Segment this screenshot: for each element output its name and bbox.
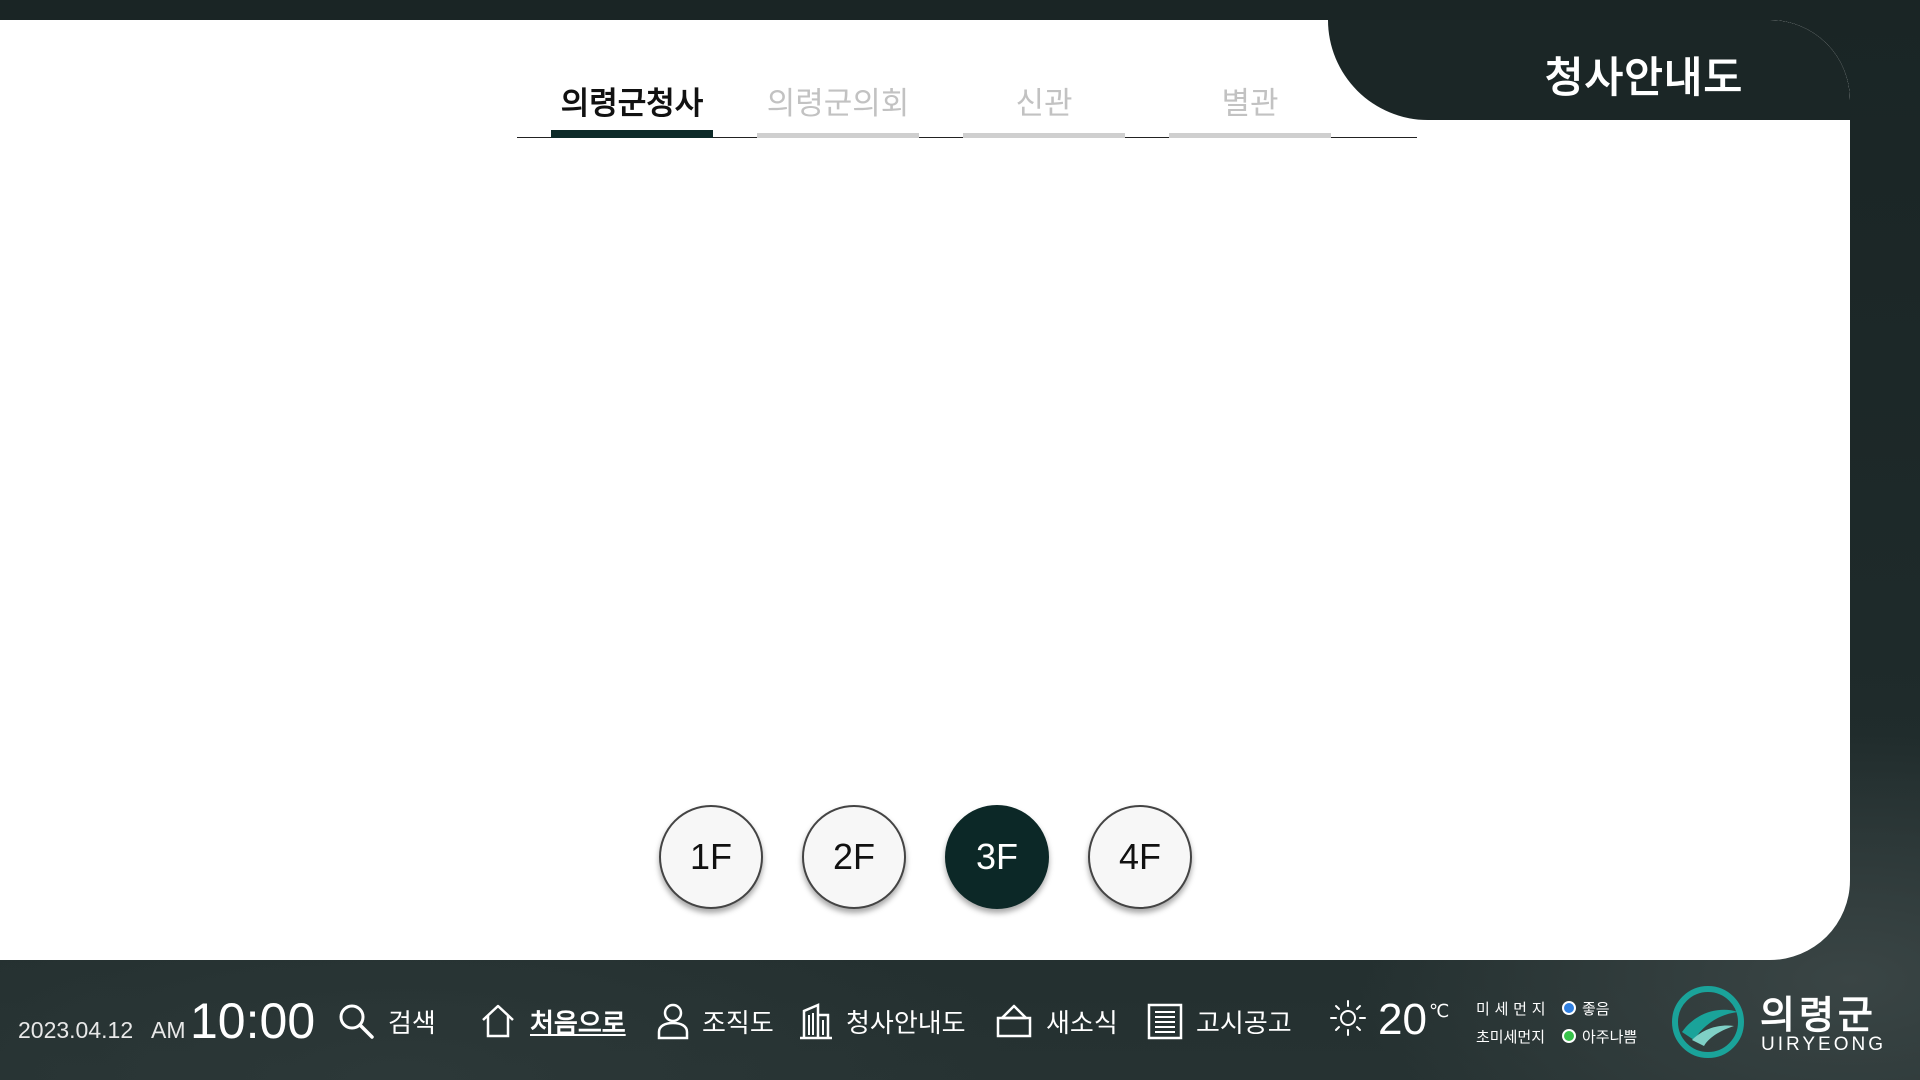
temperature-value: 20 <box>1378 995 1427 1044</box>
notice-label: 고시공고 <box>1196 1008 1292 1039</box>
fine-dust-status: 좋음 <box>1582 999 1610 1018</box>
tab-label: 신관 <box>1015 86 1073 122</box>
tab-new-building[interactable]: 신관 <box>963 80 1125 138</box>
ampm-indicator: AM <box>151 1017 186 1043</box>
ultrafine-dust-status: 아주나쁨 <box>1582 1027 1638 1046</box>
notice-button[interactable]: 고시공고 <box>1146 998 1292 1044</box>
news-button[interactable]: 새소식 <box>994 998 1118 1044</box>
logo-english-text: UIRYEONG <box>1761 1034 1887 1055</box>
home-label: 처음으로 <box>530 1008 626 1039</box>
tab-underline <box>1169 133 1331 138</box>
ultrafine-dust-row: 초미세먼지 아주나쁨 <box>1476 1022 1637 1050</box>
tab-label: 의령군의회 <box>766 86 910 122</box>
search-icon <box>336 1001 376 1041</box>
floor-1f-button[interactable]: 1F <box>659 805 763 909</box>
document-icon <box>1146 1001 1184 1041</box>
temperature-unit: ℃ <box>1428 1000 1450 1022</box>
fine-dust-label: 미 세 먼 지 <box>1476 999 1546 1018</box>
sun-icon <box>1328 998 1368 1042</box>
tab-label: 의령군청사 <box>560 86 704 122</box>
fine-dust-row: 미 세 먼 지 좋음 <box>1476 994 1637 1022</box>
main-panel: 청사안내도 의령군청사 의령군의회 신관 별관 1F 2F 3F 4F <box>0 20 1850 960</box>
fine-dust-indicator <box>1562 1001 1576 1015</box>
tab-underline <box>963 133 1125 138</box>
ultrafine-dust-label: 초미세먼지 <box>1476 1027 1546 1046</box>
person-icon <box>656 1001 690 1041</box>
tab-label: 별관 <box>1221 86 1279 122</box>
tab-county-council[interactable]: 의령군의회 <box>757 80 919 138</box>
building-guide-label: 청사안내도 <box>846 1008 966 1039</box>
footer-bar: 2023.04.12 AM 10:00 검색 처음으로 조직도 청사안내도 새소… <box>0 960 1920 1080</box>
bell-icon <box>994 1001 1034 1041</box>
air-quality: 미 세 먼 지 좋음 초미세먼지 아주나쁨 <box>1476 994 1637 1050</box>
tab-uiryeong-county-office[interactable]: 의령군청사 <box>551 80 713 138</box>
news-label: 새소식 <box>1046 1008 1118 1039</box>
org-chart-label: 조직도 <box>702 1008 774 1039</box>
building-tabs: 의령군청사 의령군의회 신관 별관 <box>517 80 1417 138</box>
building-guide-button[interactable]: 청사안내도 <box>798 998 966 1044</box>
tab-annex[interactable]: 별관 <box>1169 80 1331 138</box>
search-label: 검색 <box>388 1008 436 1039</box>
floor-selector: 1F 2F 3F 4F <box>659 805 1199 909</box>
org-chart-button[interactable]: 조직도 <box>656 998 774 1044</box>
current-time: 10:00 <box>190 993 316 1049</box>
weather-widget: 20 ℃ <box>1328 994 1449 1046</box>
floor-4f-button[interactable]: 4F <box>1088 805 1192 909</box>
floor-2f-button[interactable]: 2F <box>802 805 906 909</box>
home-button[interactable]: 처음으로 <box>478 998 626 1044</box>
ultrafine-dust-indicator <box>1562 1029 1576 1043</box>
current-date: 2023.04.12 <box>18 1017 134 1043</box>
uiryeong-emblem-icon <box>1672 986 1744 1058</box>
building-icon <box>798 1001 834 1041</box>
logo-korean-text: 의령군 <box>1760 993 1877 1037</box>
home-icon <box>478 1001 518 1041</box>
uiryeong-logo: 의령군 UIRYEONG <box>1668 982 1908 1062</box>
tab-underline <box>757 133 919 138</box>
floor-3f-button[interactable]: 3F <box>945 805 1049 909</box>
search-button[interactable]: 검색 <box>336 998 436 1044</box>
tab-underline <box>551 130 713 138</box>
